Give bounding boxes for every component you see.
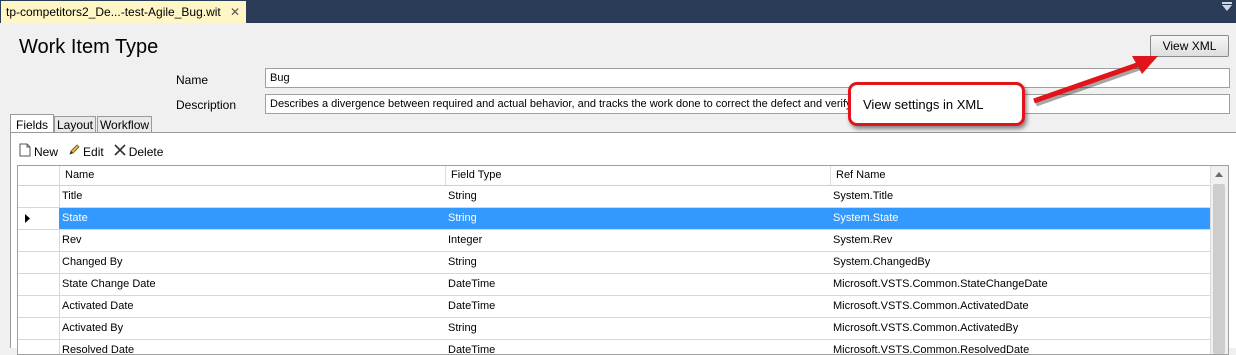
- annotation-arrow: [1033, 56, 1158, 107]
- annotation-callout: View settings in XML: [848, 82, 1025, 126]
- callout-text: View settings in XML: [863, 96, 984, 112]
